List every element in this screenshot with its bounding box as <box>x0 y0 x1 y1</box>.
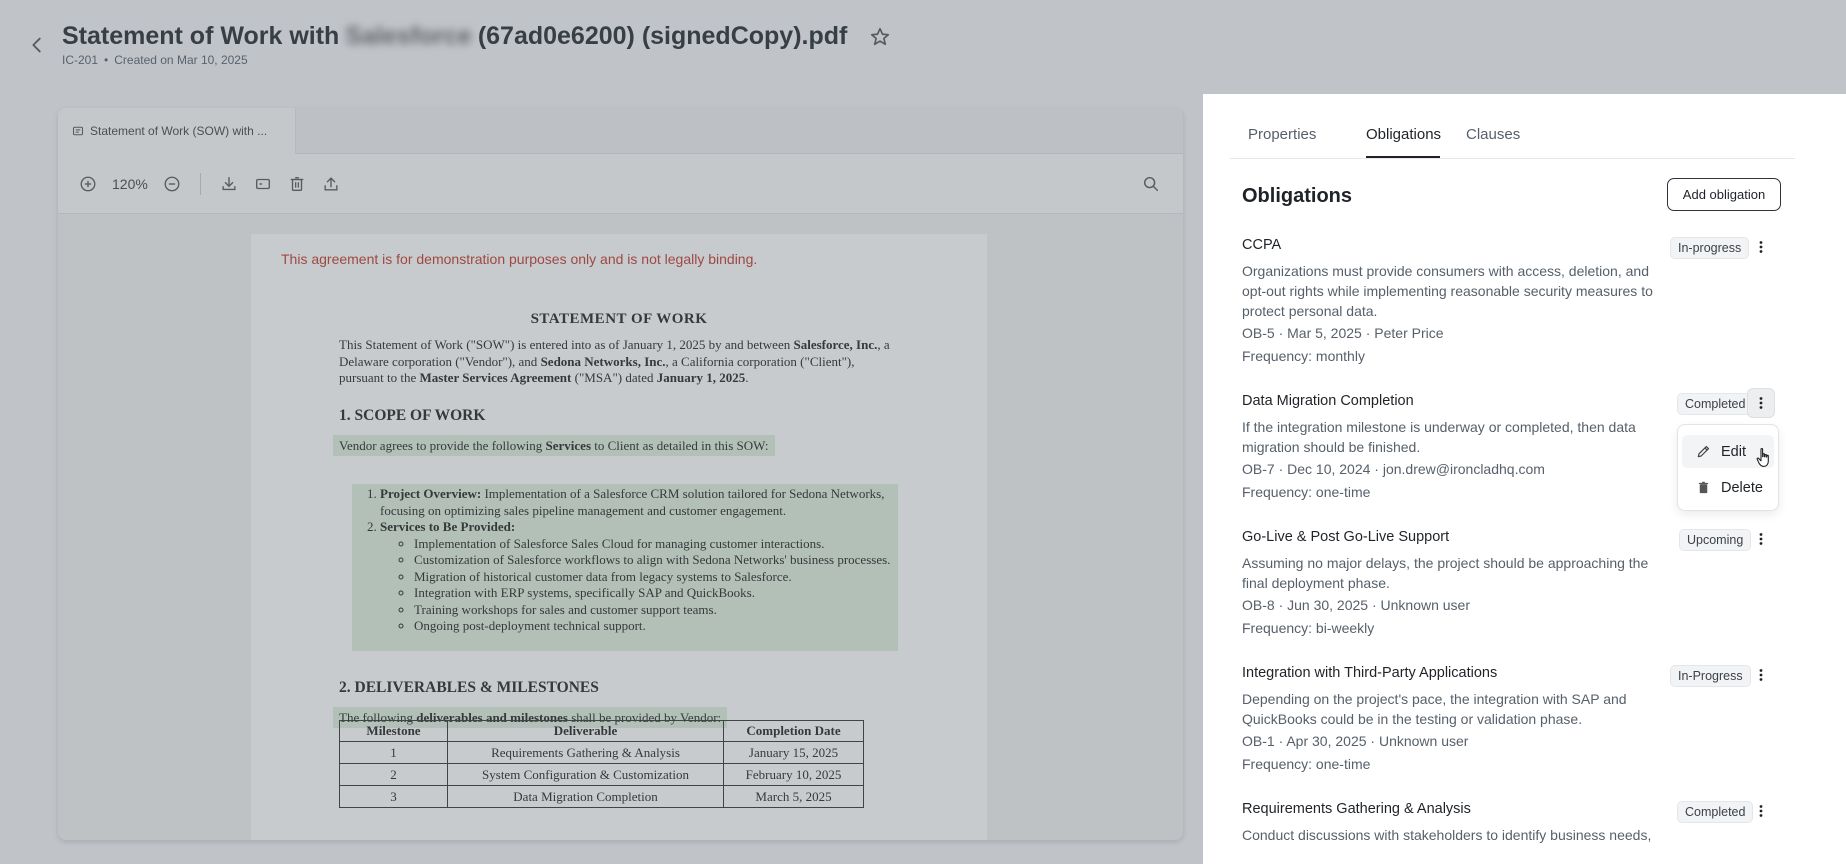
kebab-icon <box>1759 397 1763 409</box>
obligation-meta: OB-1 · Apr 30, 2025 · Unknown user <box>1242 733 1469 749</box>
obligation-frequency: Frequency: monthly <box>1242 348 1365 364</box>
tab-obligations[interactable]: Obligations <box>1366 126 1441 143</box>
status-badge: In-Progress <box>1670 665 1751 687</box>
more-options-button[interactable] <box>1747 796 1775 826</box>
obligation-item[interactable]: CCPA Organizations must provide consumer… <box>1242 237 1782 364</box>
panel-tabs: Properties Obligations Clauses <box>1230 94 1795 159</box>
obligation-description: If the integration milestone is underway… <box>1242 419 1636 455</box>
menu-item-label: Delete <box>1721 479 1763 496</box>
obligation-item[interactable]: Integration with Third-Party Application… <box>1242 665 1782 772</box>
menu-item-delete[interactable]: Delete <box>1682 471 1774 504</box>
obligation-description: Assuming no major delays, the project sh… <box>1242 555 1649 591</box>
more-options-button[interactable] <box>1747 524 1775 554</box>
obligation-item[interactable]: Requirements Gathering & Analysis Conduc… <box>1242 801 1782 845</box>
add-obligation-button[interactable]: Add obligation <box>1667 178 1781 211</box>
tab-clauses[interactable]: Clauses <box>1466 126 1520 143</box>
kebab-icon <box>1759 241 1763 253</box>
section-title: Obligations <box>1242 185 1352 207</box>
kebab-icon <box>1759 533 1763 545</box>
more-options-button[interactable] <box>1747 388 1775 418</box>
status-badge: Completed <box>1677 801 1754 823</box>
kebab-icon <box>1759 669 1763 681</box>
obligation-frequency: Frequency: bi-weekly <box>1242 620 1375 636</box>
obligation-meta: OB-8 · Jun 30, 2025 · Unknown user <box>1242 597 1471 613</box>
more-options-button[interactable] <box>1747 232 1775 262</box>
obligation-description: Organizations must provide consumers wit… <box>1242 263 1653 319</box>
status-badge: Upcoming <box>1679 529 1752 551</box>
obligation-meta: OB-5 · Mar 5, 2025 · Peter Price <box>1242 325 1444 341</box>
pencil-icon <box>1697 445 1710 458</box>
obligation-frequency: Frequency: one-time <box>1242 756 1371 772</box>
status-badge: Completed <box>1677 393 1754 415</box>
tab-properties[interactable]: Properties <box>1248 126 1316 143</box>
kebab-icon <box>1759 805 1763 817</box>
menu-item-label: Edit <box>1721 443 1746 460</box>
trash-icon <box>1698 481 1709 494</box>
hand-cursor-icon <box>1756 447 1769 467</box>
active-tab-indicator <box>1366 156 1440 158</box>
status-badge: In-progress <box>1670 237 1750 259</box>
obligation-description: Depending on the project's pace, the int… <box>1242 691 1627 727</box>
obligation-item[interactable]: Go-Live & Post Go-Live Support Assuming … <box>1242 529 1782 636</box>
more-options-button[interactable] <box>1747 660 1775 690</box>
obligation-description: Conduct discussions with stakeholders to… <box>1242 827 1652 843</box>
